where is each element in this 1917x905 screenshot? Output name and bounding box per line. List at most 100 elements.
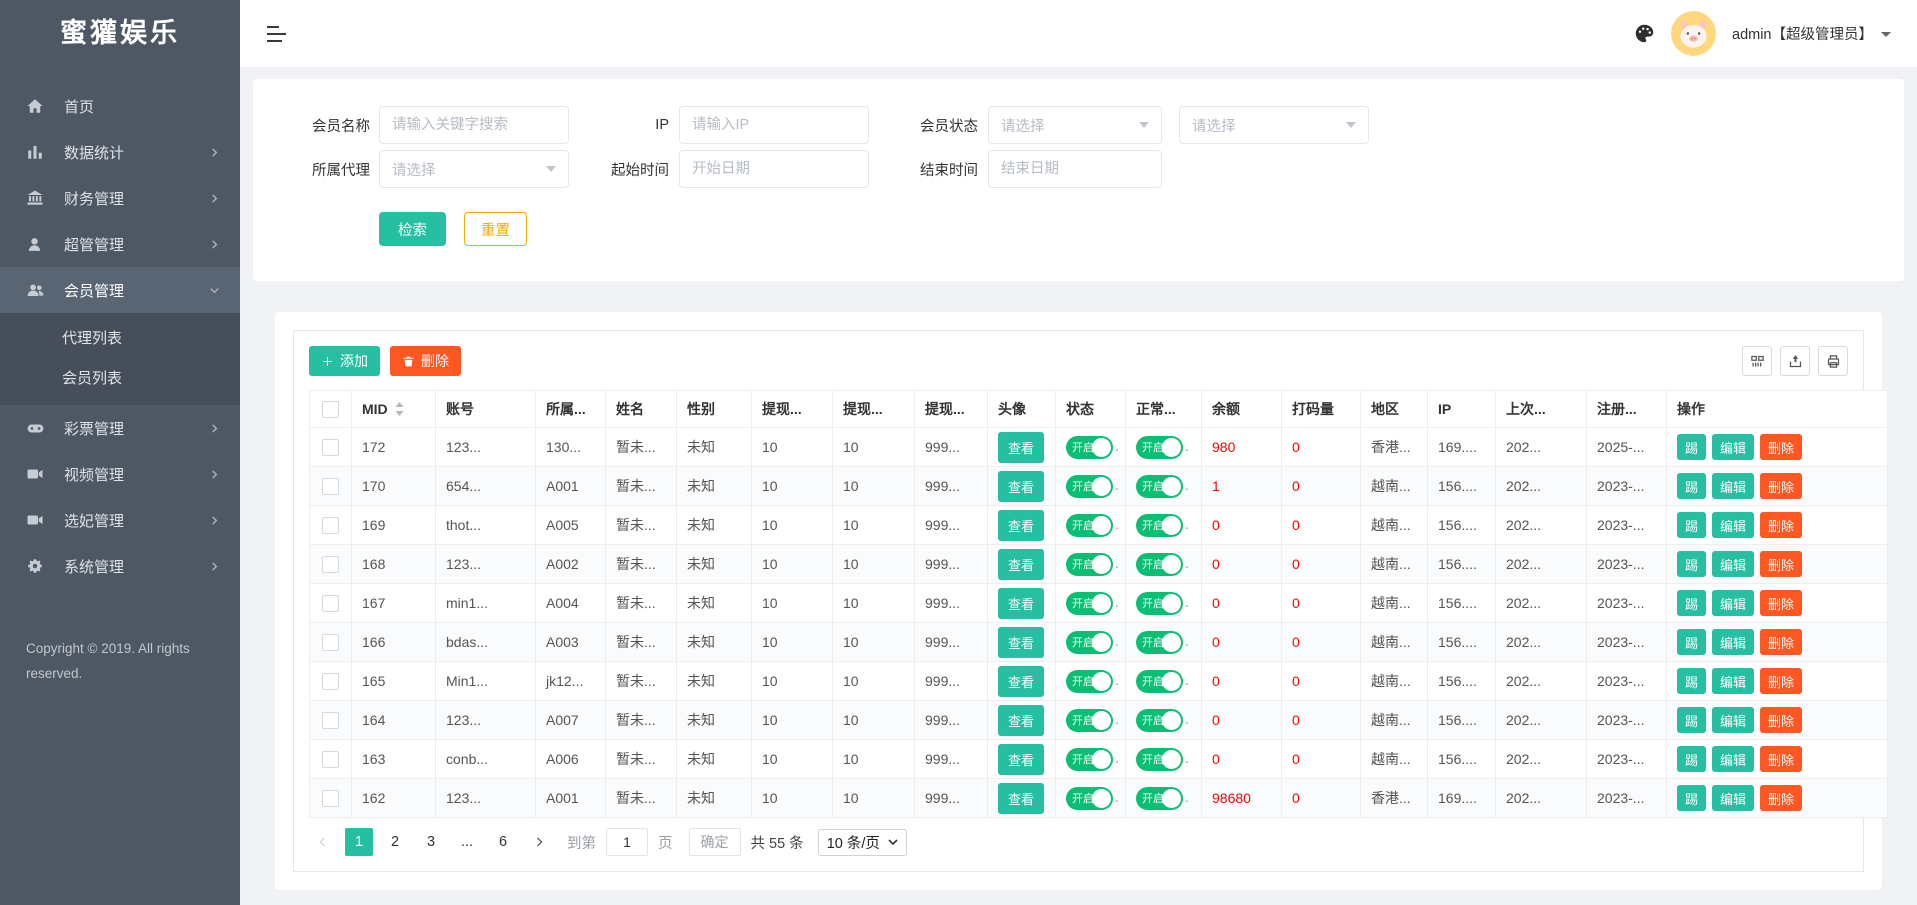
edit-button[interactable]: 编辑: [1712, 551, 1754, 577]
page-3-button[interactable]: 3: [417, 828, 445, 856]
sidebar-item-video[interactable]: 视频管理: [0, 451, 240, 497]
edit-button[interactable]: 编辑: [1712, 707, 1754, 733]
prev-page-button[interactable]: [309, 828, 337, 856]
status-toggle[interactable]: 开启: [1066, 709, 1113, 732]
delete-row-button[interactable]: 删除: [1760, 434, 1802, 460]
kick-button[interactable]: 踢: [1677, 785, 1706, 811]
sidebar-item-finance[interactable]: 财务管理: [0, 175, 240, 221]
sidebar-item-lottery[interactable]: 彩票管理: [0, 405, 240, 451]
page-1-button[interactable]: 1: [345, 828, 373, 856]
sidebar-item-home[interactable]: 首页: [0, 83, 240, 129]
edit-button[interactable]: 编辑: [1712, 473, 1754, 499]
view-avatar-button[interactable]: 查看: [998, 783, 1044, 814]
ip-input[interactable]: [679, 106, 869, 144]
status-toggle[interactable]: 开启: [1136, 787, 1183, 810]
row-checkbox[interactable]: [322, 556, 339, 573]
status-toggle[interactable]: 开启: [1066, 631, 1113, 654]
status-toggle[interactable]: 开启: [1066, 670, 1113, 693]
next-page-button[interactable]: [525, 828, 553, 856]
kick-button[interactable]: 踢: [1677, 629, 1706, 655]
edit-button[interactable]: 编辑: [1712, 590, 1754, 616]
row-checkbox[interactable]: [322, 790, 339, 807]
row-checkbox[interactable]: [322, 712, 339, 729]
kick-button[interactable]: 踢: [1677, 746, 1706, 772]
delete-button[interactable]: 删除: [390, 346, 461, 376]
sidebar-item-stats[interactable]: 数据统计: [0, 129, 240, 175]
theme-palette-icon[interactable]: [1634, 23, 1655, 44]
export-button[interactable]: [1780, 346, 1810, 376]
delete-row-button[interactable]: 删除: [1760, 707, 1802, 733]
status-toggle[interactable]: 开启: [1066, 553, 1113, 576]
submenu-item-member-list[interactable]: 会员列表: [0, 359, 240, 399]
sidebar-item-superadmin[interactable]: 超管管理: [0, 221, 240, 267]
status-toggle[interactable]: 开启: [1066, 787, 1113, 810]
edit-button[interactable]: 编辑: [1712, 785, 1754, 811]
kick-button[interactable]: 踢: [1677, 551, 1706, 577]
delete-row-button[interactable]: 删除: [1760, 746, 1802, 772]
edit-button[interactable]: 编辑: [1712, 629, 1754, 655]
edit-button[interactable]: 编辑: [1712, 512, 1754, 538]
edit-button[interactable]: 编辑: [1712, 668, 1754, 694]
row-checkbox[interactable]: [322, 478, 339, 495]
end-date-input[interactable]: [988, 150, 1162, 188]
search-button[interactable]: 检索: [379, 212, 446, 246]
agent-select[interactable]: 请选择: [379, 150, 569, 188]
sidebar-item-system[interactable]: 系统管理: [0, 543, 240, 589]
kick-button[interactable]: 踢: [1677, 668, 1706, 694]
columns-button[interactable]: [1742, 346, 1772, 376]
status-toggle[interactable]: 开启: [1066, 592, 1113, 615]
view-avatar-button[interactable]: 查看: [998, 588, 1044, 619]
kick-button[interactable]: 踢: [1677, 590, 1706, 616]
row-checkbox[interactable]: [322, 439, 339, 456]
user-avatar[interactable]: [1671, 11, 1716, 56]
kick-button[interactable]: 踢: [1677, 434, 1706, 460]
member-status-select[interactable]: 请选择: [988, 106, 1162, 144]
row-checkbox[interactable]: [322, 634, 339, 651]
status-toggle[interactable]: 开启: [1066, 514, 1113, 537]
kick-button[interactable]: 踢: [1677, 473, 1706, 499]
reset-button[interactable]: 重置: [464, 212, 527, 246]
status-toggle[interactable]: 开启: [1136, 670, 1183, 693]
add-button[interactable]: 添加: [309, 346, 380, 376]
kick-button[interactable]: 踢: [1677, 707, 1706, 733]
status-toggle[interactable]: 开启: [1066, 436, 1113, 459]
status-toggle[interactable]: 开启: [1136, 709, 1183, 732]
status-toggle[interactable]: 开启: [1136, 631, 1183, 654]
status-toggle[interactable]: 开启: [1136, 553, 1183, 576]
kick-button[interactable]: 踢: [1677, 512, 1706, 538]
start-date-input[interactable]: [679, 150, 869, 188]
delete-row-button[interactable]: 删除: [1760, 590, 1802, 616]
status-toggle[interactable]: 开启: [1066, 475, 1113, 498]
status-toggle[interactable]: 开启: [1136, 436, 1183, 459]
view-avatar-button[interactable]: 查看: [998, 471, 1044, 502]
print-button[interactable]: [1818, 346, 1848, 376]
view-avatar-button[interactable]: 查看: [998, 549, 1044, 580]
user-dropdown[interactable]: admin【超级管理员】: [1732, 23, 1891, 44]
delete-row-button[interactable]: 删除: [1760, 551, 1802, 577]
status-toggle[interactable]: 开启: [1066, 748, 1113, 771]
confirm-page-button[interactable]: 确定: [689, 828, 741, 856]
sidebar-item-concubine[interactable]: 选妃管理: [0, 497, 240, 543]
sidebar-collapse-icon[interactable]: [266, 25, 287, 43]
view-avatar-button[interactable]: 查看: [998, 666, 1044, 697]
member-name-input[interactable]: [379, 106, 569, 144]
view-avatar-button[interactable]: 查看: [998, 510, 1044, 541]
status-toggle[interactable]: 开启: [1136, 592, 1183, 615]
row-checkbox[interactable]: [322, 751, 339, 768]
page-number-input[interactable]: [606, 828, 648, 856]
row-checkbox[interactable]: [322, 673, 339, 690]
row-checkbox[interactable]: [322, 517, 339, 534]
sidebar-item-members[interactable]: 会员管理: [0, 267, 240, 313]
view-avatar-button[interactable]: 查看: [998, 744, 1044, 775]
status-toggle[interactable]: 开启: [1136, 514, 1183, 537]
view-avatar-button[interactable]: 查看: [998, 432, 1044, 463]
status-toggle[interactable]: 开启: [1136, 475, 1183, 498]
delete-row-button[interactable]: 删除: [1760, 668, 1802, 694]
page-2-button[interactable]: 2: [381, 828, 409, 856]
status-toggle[interactable]: 开启: [1136, 748, 1183, 771]
view-avatar-button[interactable]: 查看: [998, 705, 1044, 736]
status-extra-select[interactable]: 请选择: [1179, 106, 1369, 144]
delete-row-button[interactable]: 删除: [1760, 473, 1802, 499]
delete-row-button[interactable]: 删除: [1760, 785, 1802, 811]
edit-button[interactable]: 编辑: [1712, 434, 1754, 460]
